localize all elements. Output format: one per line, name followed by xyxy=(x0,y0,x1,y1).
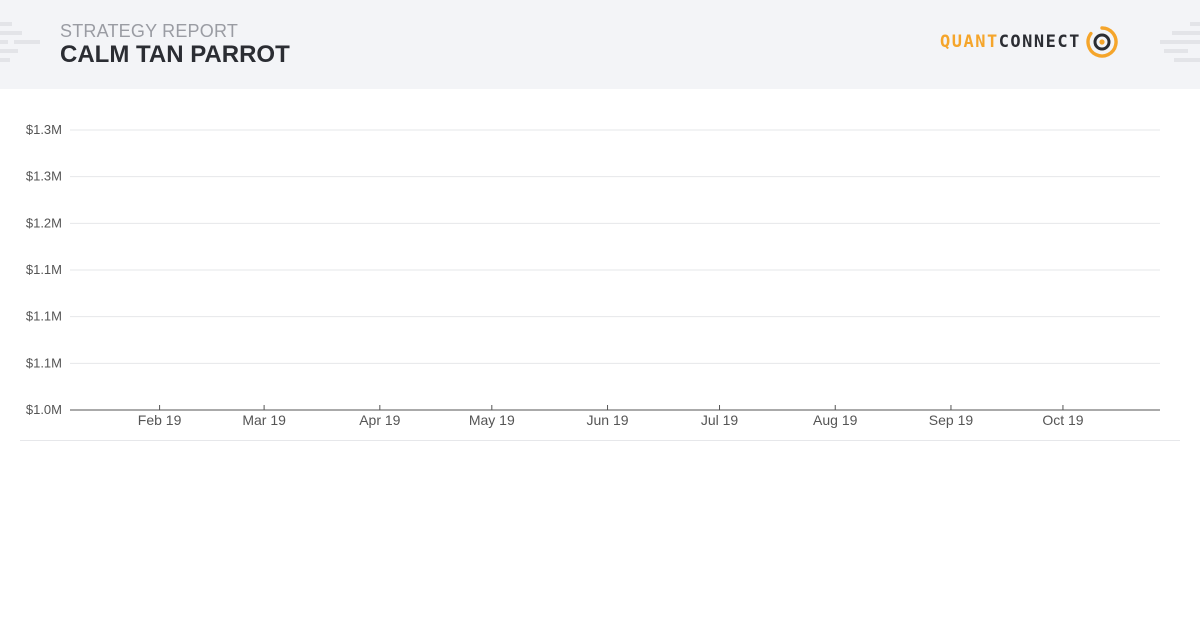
y-tick-label: $1.0M xyxy=(26,402,62,417)
x-tick-label: Oct 19 xyxy=(1042,412,1083,428)
y-tick-label: $1.1M xyxy=(26,355,62,370)
report-header: STRATEGY REPORT CALM TAN PARROT QUANTCON… xyxy=(0,0,1200,89)
x-tick-label: Feb 19 xyxy=(138,412,182,428)
strategy-title: CALM TAN PARROT xyxy=(60,41,290,68)
quantconnect-logo: QUANTCONNECT xyxy=(940,25,1119,59)
x-axis-ticks: Feb 19 Mar 19 Apr 19 May 19 Jun 19 Jul 19 Aug … xyxy=(138,405,1084,428)
x-tick-label: Mar 19 xyxy=(242,412,286,428)
y-tick-label: $1.1M xyxy=(26,262,62,277)
y-tick-label: $1.1M xyxy=(26,309,62,324)
x-tick-label: Sep 19 xyxy=(929,412,974,428)
chart-gridlines xyxy=(70,129,1160,364)
x-tick-label: Apr 19 xyxy=(359,412,400,428)
x-tick-label: Jun 19 xyxy=(587,412,629,428)
y-tick-label: $1.3M xyxy=(26,122,62,137)
y-axis-ticks: $1.0M $1.1M $1.1M $1.1M $1.2M $1.3M $1.3M xyxy=(26,122,62,417)
x-tick-label: May 19 xyxy=(469,412,515,428)
y-tick-label: $1.2M xyxy=(26,215,62,230)
y-tick-label: $1.3M xyxy=(26,169,62,184)
quantconnect-ring-icon xyxy=(1086,26,1118,58)
logo-wordmark-connect: CONNECT xyxy=(998,32,1081,52)
x-tick-label: Aug 19 xyxy=(813,412,858,428)
section-divider xyxy=(20,440,1180,441)
logo-wordmark: QUANTCONNECT xyxy=(940,32,1081,52)
x-tick-label: Jul 19 xyxy=(701,412,739,428)
logo-wordmark-quant: QUANT xyxy=(940,32,999,52)
equity-chart: $1.0M $1.1M $1.1M $1.1M $1.2M $1.3M $1.3M Feb … xyxy=(26,122,1160,428)
report-kicker: STRATEGY REPORT xyxy=(60,21,239,41)
